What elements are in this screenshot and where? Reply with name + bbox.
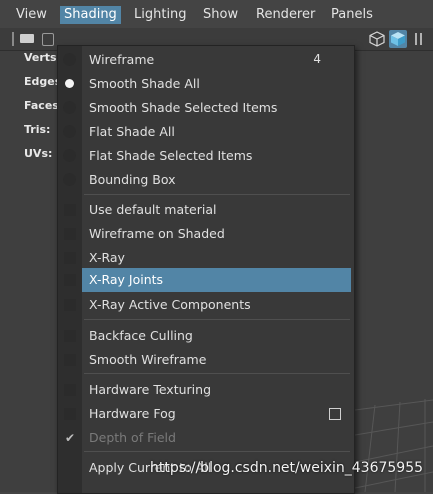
menubar: View Shading Lighting Show Renderer Pane… [0, 0, 433, 28]
checkbox-icon [64, 408, 76, 420]
menu-item-label: Bounding Box [89, 172, 176, 187]
menu-item-label: Flat Shade All [89, 124, 175, 139]
shaded-cube-icon[interactable] [389, 30, 407, 48]
menu-item-label: X-Ray Active Components [89, 297, 251, 312]
menu-item-label: Hardware Texturing [89, 382, 211, 397]
menu-item-x-ray-joints[interactable]: X-Ray Joints [64, 268, 351, 292]
menu-item-label: X-Ray [89, 250, 125, 265]
menu-item-flat-shade-all[interactable]: Flat Shade All [63, 120, 351, 143]
wireframe-cube-icon[interactable] [368, 30, 386, 48]
menu-item-wireframe[interactable]: Wireframe 4 [63, 48, 351, 71]
checkmark-icon: ✔ [64, 431, 76, 445]
menu-item-label: Wireframe on Shaded [89, 226, 225, 241]
menu-item-label: Smooth Shade All [89, 76, 200, 91]
lock-icon[interactable] [42, 33, 54, 46]
menu-item-label: Hardware Fog [89, 406, 176, 421]
menu-show[interactable]: Show [199, 6, 242, 24]
menu-separator [84, 319, 350, 320]
menu-item-label: Wireframe [89, 52, 155, 67]
radio-icon [63, 125, 76, 138]
radio-icon [63, 53, 76, 66]
toolbar-grip-icon [12, 32, 14, 46]
hud-uvs-label: UVs: [24, 147, 53, 160]
checkbox-icon [64, 204, 76, 216]
checkbox-icon [64, 354, 76, 366]
radio-icon [63, 173, 76, 186]
menu-item-flat-shade-selected[interactable]: Flat Shade Selected Items [63, 144, 351, 167]
menu-item-label: Flat Shade Selected Items [89, 148, 253, 163]
shortcut-label: 4 [313, 52, 321, 66]
menu-item-backface-culling[interactable]: Backface Culling [64, 324, 351, 347]
menu-renderer[interactable]: Renderer [252, 6, 319, 24]
hud-verts-label: Verts: [24, 51, 62, 64]
camera-icon[interactable] [20, 34, 34, 43]
hud-tris-label: Tris: [24, 123, 51, 136]
radio-selected-icon [65, 79, 74, 88]
menu-item-label: Depth of Field [89, 430, 176, 445]
checkbox-icon [64, 252, 76, 264]
menu-separator [84, 194, 350, 195]
menu-item-label: Smooth Shade Selected Items [89, 100, 278, 115]
menu-lighting[interactable]: Lighting [130, 6, 191, 24]
shading-menu: Wireframe 4 Smooth Shade All Smooth Shad… [57, 45, 355, 494]
checkbox-icon [64, 330, 76, 342]
menu-item-hardware-fog[interactable]: Hardware Fog [64, 402, 351, 425]
menu-item-wireframe-on-shaded[interactable]: Wireframe on Shaded [64, 222, 351, 245]
menu-item-smooth-shade-all[interactable]: Smooth Shade All [65, 72, 351, 95]
menu-item-x-ray[interactable]: X-Ray [64, 246, 351, 269]
menu-separator [84, 451, 350, 452]
menu-item-smooth-shade-selected[interactable]: Smooth Shade Selected Items [63, 96, 351, 119]
checkbox-icon [64, 228, 76, 240]
checkbox-icon [64, 299, 76, 311]
option-box-icon[interactable] [329, 408, 341, 420]
menu-item-label: Smooth Wireframe [89, 352, 207, 367]
menu-item-label: Backface Culling [89, 328, 193, 343]
menu-item-label: X-Ray Joints [89, 272, 164, 287]
menu-separator [84, 373, 350, 374]
menu-view[interactable]: View [12, 6, 51, 24]
smooth-shade-icon[interactable] [412, 30, 430, 48]
checkbox-icon [64, 384, 76, 396]
menu-panels[interactable]: Panels [327, 6, 377, 24]
menu-item-x-ray-active-components[interactable]: X-Ray Active Components [64, 293, 351, 316]
menu-item-label: Use default material [89, 202, 217, 217]
menu-item-smooth-wireframe[interactable]: Smooth Wireframe [64, 348, 351, 371]
checkbox-icon [64, 274, 76, 286]
radio-icon [63, 101, 76, 114]
menu-shading[interactable]: Shading [60, 6, 121, 24]
radio-icon [63, 149, 76, 162]
menu-item-hardware-texturing[interactable]: Hardware Texturing [64, 378, 351, 401]
menu-item-use-default-material[interactable]: Use default material [64, 198, 351, 221]
menu-item-bounding-box[interactable]: Bounding Box [63, 168, 351, 191]
watermark-text: https://blog.csdn.net/weixin_43675955 [150, 460, 424, 476]
menu-item-depth-of-field: ✔ Depth of Field [65, 426, 351, 449]
